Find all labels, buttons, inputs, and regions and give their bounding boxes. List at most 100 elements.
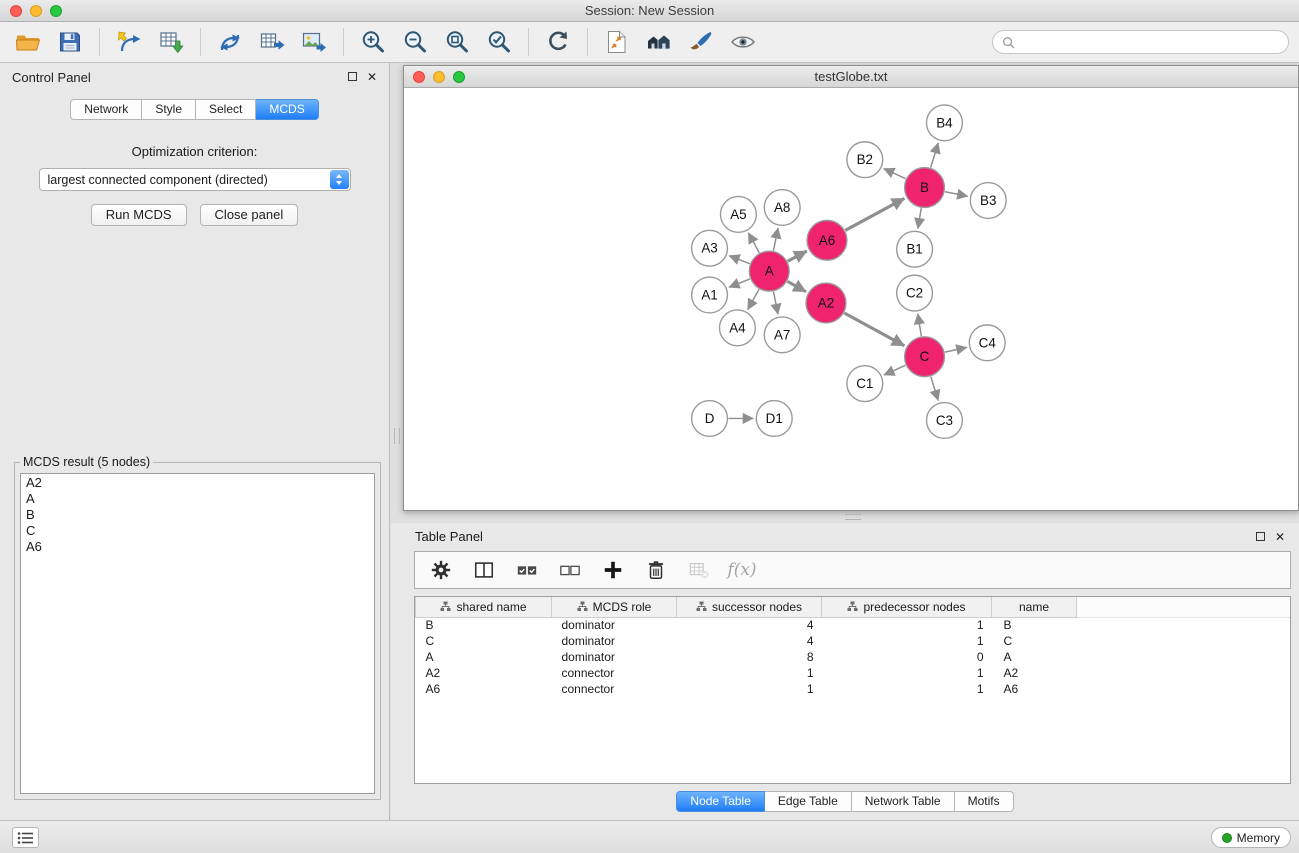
task-history-button[interactable] (12, 827, 39, 848)
table-row[interactable]: Bdominator41B (416, 617, 1291, 633)
graph-edge-B-B2[interactable] (884, 169, 906, 179)
table-cell-successor_nodes[interactable]: 1 (677, 681, 822, 697)
graph-edge-A-A2[interactable] (787, 281, 806, 291)
column-header-shared-name[interactable]: shared name (416, 597, 552, 617)
table-cell-mcds_role[interactable]: connector (552, 681, 677, 697)
deselect-all-button[interactable] (556, 556, 584, 584)
table-cell-shared_name[interactable]: A2 (416, 665, 552, 681)
export-network-button[interactable] (212, 26, 248, 58)
mcds-result-item[interactable]: A2 (26, 475, 369, 491)
network-minimize-button[interactable] (433, 71, 445, 83)
close-window-button[interactable] (10, 5, 22, 17)
table-cell-predecessor_nodes[interactable]: 1 (822, 681, 992, 697)
mcds-result-item[interactable]: A6 (26, 539, 369, 555)
table-row[interactable]: Cdominator41C (416, 633, 1291, 649)
table-cell-successor_nodes[interactable]: 8 (677, 649, 822, 665)
float-table-panel-button[interactable] (1256, 530, 1265, 544)
zoom-out-button[interactable] (397, 26, 433, 58)
run-mcds-button[interactable]: Run MCDS (91, 204, 187, 226)
table-cell-name[interactable]: C (992, 633, 1077, 649)
annotation-button[interactable] (683, 26, 719, 58)
table-settings-button[interactable] (427, 556, 455, 584)
float-panel-button[interactable] (348, 70, 357, 84)
create-column-button[interactable] (599, 556, 627, 584)
apply-layout-button[interactable] (540, 26, 576, 58)
tab-select[interactable]: Select (196, 99, 256, 120)
table-cell-predecessor_nodes[interactable]: 1 (822, 665, 992, 681)
graph-edge-A-A4[interactable] (748, 289, 759, 309)
table-cell-mcds_role[interactable]: dominator (552, 649, 677, 665)
table-row[interactable]: A2connector11A2 (416, 665, 1291, 681)
column-header-successor-nodes[interactable]: successor nodes (677, 597, 822, 617)
table-row[interactable]: Adominator80A (416, 649, 1291, 665)
show-graphics-button[interactable] (725, 26, 761, 58)
table-cell-predecessor_nodes[interactable]: 1 (822, 617, 992, 633)
tab-network-table[interactable]: Network Table (852, 791, 955, 812)
criterion-dropdown[interactable]: largest connected component (directed) (39, 168, 351, 191)
table-cell-mcds_role[interactable]: dominator (552, 617, 677, 633)
graph-edge-A-A6[interactable] (788, 251, 807, 261)
column-header-predecessor-nodes[interactable]: predecessor nodes (822, 597, 992, 617)
first-neighbors-button[interactable] (641, 26, 677, 58)
search-field[interactable] (992, 30, 1289, 54)
close-panel-button[interactable]: Close panel (200, 204, 299, 226)
tab-network[interactable]: Network (70, 99, 142, 120)
tab-motifs[interactable]: Motifs (955, 791, 1014, 812)
table-cell-shared_name[interactable]: A (416, 649, 552, 665)
graph-edge-C-C1[interactable] (884, 365, 905, 375)
column-header-mcds-role[interactable]: MCDS role (552, 597, 677, 617)
column-header-name[interactable]: name (992, 597, 1077, 617)
vertical-splitter-handle[interactable] (394, 428, 400, 444)
graph-edge-C-C2[interactable] (918, 314, 922, 336)
zoom-fit-button[interactable] (439, 26, 475, 58)
table-cell-predecessor_nodes[interactable]: 1 (822, 633, 992, 649)
network-document-button[interactable] (599, 26, 635, 58)
close-panel-icon-button[interactable]: ✕ (367, 70, 377, 84)
minimize-window-button[interactable] (30, 5, 42, 17)
graph-edge-B-B1[interactable] (918, 208, 921, 229)
tab-mcds[interactable]: MCDS (256, 99, 318, 120)
graph-edge-A-A7[interactable] (773, 292, 778, 315)
table-cell-name[interactable]: A (992, 649, 1077, 665)
function-builder-button[interactable]: f(x) (728, 556, 756, 584)
import-table-button[interactable] (153, 26, 189, 58)
graph-edge-C-C3[interactable] (931, 377, 938, 401)
table-cell-successor_nodes[interactable]: 1 (677, 665, 822, 681)
graph-edge-A-A5[interactable] (748, 233, 759, 253)
save-session-button[interactable] (52, 26, 88, 58)
table-cell-shared_name[interactable]: A6 (416, 681, 552, 697)
search-input[interactable] (1020, 35, 1279, 49)
table-cell-shared_name[interactable]: C (416, 633, 552, 649)
table-cell-mcds_role[interactable]: connector (552, 665, 677, 681)
network-canvas-area[interactable]: B4B2BB3A5A8A6B1A3AC2A1A2A4A7C4CC1DD1C3 (404, 89, 1298, 510)
mcds-result-item[interactable]: A (26, 491, 369, 507)
close-table-panel-button[interactable]: ✕ (1275, 530, 1285, 544)
table-cell-name[interactable]: A2 (992, 665, 1077, 681)
memory-button[interactable]: Memory (1211, 827, 1291, 848)
select-all-button[interactable] (513, 556, 541, 584)
delete-column-button[interactable] (642, 556, 670, 584)
open-file-button[interactable] (10, 26, 46, 58)
network-canvas[interactable]: B4B2BB3A5A8A6B1A3AC2A1A2A4A7C4CC1DD1C3 (404, 89, 1298, 510)
table-cell-shared_name[interactable]: B (416, 617, 552, 633)
tab-style[interactable]: Style (142, 99, 196, 120)
table-cell-predecessor_nodes[interactable]: 0 (822, 649, 992, 665)
network-close-button[interactable] (413, 71, 425, 83)
zoom-selected-button[interactable] (481, 26, 517, 58)
table-cell-mcds_role[interactable]: dominator (552, 633, 677, 649)
table-cell-successor_nodes[interactable]: 4 (677, 633, 822, 649)
graph-edge-B-B4[interactable] (931, 143, 939, 168)
graph-edge-A2-C[interactable] (844, 313, 904, 346)
export-image-button[interactable] (296, 26, 332, 58)
graph-edge-A-A1[interactable] (729, 279, 750, 287)
graph-edge-A-A8[interactable] (773, 228, 778, 251)
graph-edge-C-C4[interactable] (945, 347, 967, 352)
network-window-titlebar[interactable]: testGlobe.txt (404, 66, 1298, 88)
horizontal-splitter-handle[interactable] (845, 514, 861, 520)
mcds-result-item[interactable]: C (26, 523, 369, 539)
import-network-button[interactable] (111, 26, 147, 58)
table-cell-successor_nodes[interactable]: 4 (677, 617, 822, 633)
table-cell-name[interactable]: A6 (992, 681, 1077, 697)
tab-edge-table[interactable]: Edge Table (765, 791, 852, 812)
mcds-result-list[interactable]: A2ABCA6 (20, 473, 375, 794)
